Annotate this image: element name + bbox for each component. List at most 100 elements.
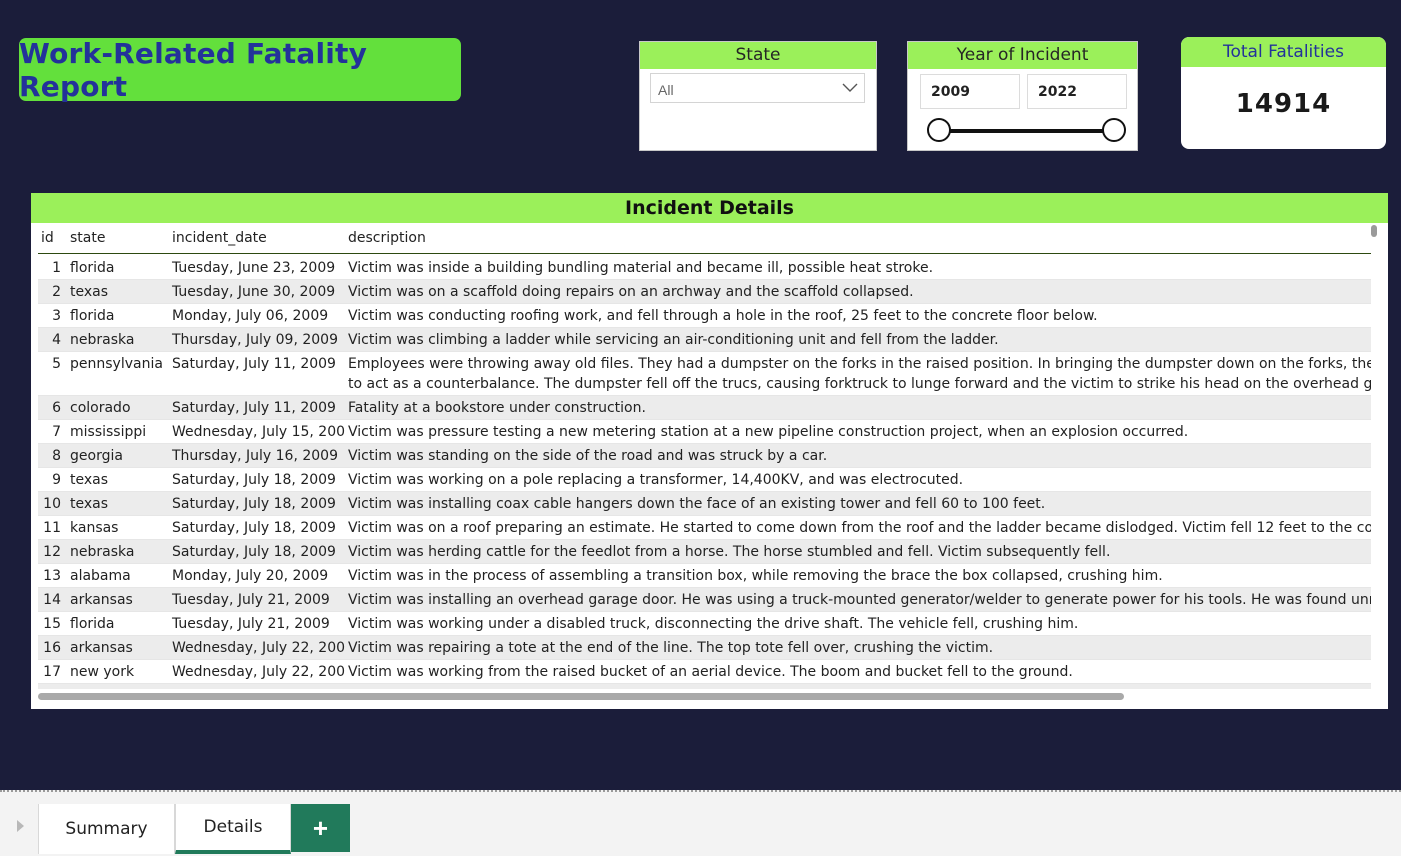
report-canvas: Work-Related Fatality Report State All Y… (0, 0, 1401, 790)
add-page-button[interactable]: + (291, 804, 350, 852)
table-row[interactable]: 2 texas Tuesday, June 30, 2009 Victim was o… (38, 279, 1371, 304)
plus-icon: + (312, 813, 329, 843)
cell-description: Victim was inside a building bundling ma… (345, 253, 1371, 280)
cell-description: Employees were throwing away old files. … (345, 351, 1371, 396)
cell-incident-date: Wednesday, July 15, 2009 (169, 419, 345, 444)
year-from-input[interactable]: 2009 (920, 74, 1020, 109)
state-dropdown-value: All (658, 82, 674, 98)
cell-state: florida (67, 253, 169, 280)
cell-id: 11 (38, 515, 67, 540)
cell-state: nebraska (67, 327, 169, 352)
cell-incident-date: Saturday, July 18, 2009 (169, 515, 345, 540)
cell-state: texas (67, 683, 169, 689)
cell-id: 9 (38, 467, 67, 492)
table-row[interactable]: 10 texas Saturday, July 18, 2009 Victim was… (38, 491, 1371, 516)
cell-description: Victim was conducting roofing work, and … (345, 303, 1371, 328)
cell-id: 10 (38, 491, 67, 516)
state-dropdown[interactable]: All (650, 73, 865, 103)
chevron-down-icon (842, 83, 858, 92)
state-slicer-label: State (640, 42, 876, 69)
column-header-description[interactable]: description (345, 223, 1371, 254)
table-header-row: id state incident_date description (38, 223, 1371, 254)
cell-id: 15 (38, 611, 67, 636)
cell-state: nebraska (67, 539, 169, 564)
cell-id: 18 (38, 683, 67, 689)
cell-incident-date: Tuesday, July 21, 2009 (169, 611, 345, 636)
cell-description: Victim was repairing a tote at the end o… (345, 635, 1371, 660)
table-row[interactable]: 9 texas Saturday, July 18, 2009 Victim was … (38, 467, 1371, 492)
state-slicer: State All (639, 41, 877, 151)
year-slicer-label: Year of Incident (908, 42, 1137, 69)
cell-state: arkansas (67, 635, 169, 660)
incident-table: id state incident_date description 1 flor… (38, 223, 1371, 689)
report-title: Work-Related Fatality Report (19, 36, 368, 103)
cell-description: Victim was standing on the side of the r… (345, 443, 1371, 468)
cell-state: colorado (67, 395, 169, 420)
cell-description: Victim was working on a pole replacing a… (345, 467, 1371, 492)
report-title-card: Work-Related Fatality Report (19, 36, 461, 103)
cell-description: Victim was on top of a railcar carrying … (345, 683, 1371, 689)
vertical-scrollbar-thumb[interactable] (1371, 225, 1377, 237)
total-fatalities-label: Total Fatalities (1181, 37, 1386, 67)
table-row[interactable]: 1 florida Tuesday, June 23, 2009 Victim was… (38, 253, 1371, 280)
cell-description: Victim was working from the raised bucke… (345, 659, 1371, 684)
triangle-right-icon[interactable] (17, 820, 24, 832)
horizontal-scrollbar-thumb[interactable] (38, 693, 1124, 700)
cell-incident-date: Saturday, July 11, 2009 (169, 351, 345, 396)
table-row[interactable]: 11 kansas Saturday, July 18, 2009 Victim wa… (38, 515, 1371, 540)
tab-details[interactable]: Details (175, 804, 291, 854)
table-row[interactable]: 15 florida Tuesday, July 21, 2009 Victim wa… (38, 611, 1371, 636)
table-scroll-area[interactable]: id state incident_date description 1 flor… (38, 223, 1371, 689)
cell-incident-date: Tuesday, July 21, 2009 (169, 587, 345, 612)
cell-id: 1 (38, 253, 67, 280)
cell-id: 5 (38, 351, 67, 396)
total-fatalities-value: 14914 (1235, 89, 1332, 119)
cell-description: Victim was on a roof preparing an estima… (345, 515, 1371, 540)
table-row[interactable]: 4 nebraska Thursday, July 09, 2009 Victim w… (38, 327, 1371, 352)
table-row[interactable]: 13 alabama Monday, July 20, 2009 Victim was… (38, 563, 1371, 588)
cell-state: mississippi (67, 419, 169, 444)
table-row[interactable]: 17 new york Wednesday, July 22, 2009 Victim… (38, 659, 1371, 684)
cell-incident-date: Saturday, July 18, 2009 (169, 467, 345, 492)
table-row[interactable]: 8 georgia Thursday, July 16, 2009 Victim wa… (38, 443, 1371, 468)
cell-id: 17 (38, 659, 67, 684)
year-range-track (938, 129, 1115, 133)
cell-incident-date: Wednesday, July 22, 2009 (169, 659, 345, 684)
table-row[interactable]: 12 nebraska Saturday, July 18, 2009 Victim … (38, 539, 1371, 564)
table-row[interactable]: 7 mississippi Wednesday, July 15, 2009 Vict… (38, 419, 1371, 444)
cell-incident-date: Tuesday, June 30, 2009 (169, 279, 345, 304)
cell-incident-date: Saturday, July 18, 2009 (169, 491, 345, 516)
cell-state: arkansas (67, 587, 169, 612)
cell-description: Victim was on a scaffold doing repairs o… (345, 279, 1371, 304)
cell-state: pennsylvania (67, 351, 169, 396)
cell-id: 13 (38, 563, 67, 588)
cell-id: 2 (38, 279, 67, 304)
table-row[interactable]: 14 arkansas Tuesday, July 21, 2009 Victim w… (38, 587, 1371, 612)
table-row[interactable]: 18texasThursday, July 23, 2009Victim was… (38, 683, 1371, 689)
cell-description: Victim was in the process of assembling … (345, 563, 1371, 588)
table-row[interactable]: 3 florida Monday, July 06, 2009 Victim was … (38, 303, 1371, 328)
year-range-start-handle[interactable] (927, 118, 951, 142)
table-row[interactable]: 6 colorado Saturday, July 11, 2009 Fatality… (38, 395, 1371, 420)
cell-state: georgia (67, 443, 169, 468)
cell-state: florida (67, 611, 169, 636)
cell-state: alabama (67, 563, 169, 588)
tab-summary[interactable]: Summary (38, 804, 175, 854)
cell-incident-date: Saturday, July 18, 2009 (169, 539, 345, 564)
cell-state: texas (67, 491, 169, 516)
cell-id: 4 (38, 327, 67, 352)
column-header-id[interactable]: id (38, 223, 67, 254)
year-range-end-handle[interactable] (1102, 118, 1126, 142)
cell-state: florida (67, 303, 169, 328)
cell-description: Fatality at a bookstore under constructi… (345, 395, 1371, 420)
column-header-incident-date[interactable]: incident_date (169, 223, 345, 254)
table-row[interactable]: 5 pennsylvania Saturday, July 11, 2009 Empl… (38, 351, 1371, 396)
cell-state: kansas (67, 515, 169, 540)
table-row[interactable]: 16 arkansas Wednesday, July 22, 2009 Victim… (38, 635, 1371, 660)
cell-description: Victim was installing coax cable hangers… (345, 491, 1371, 516)
cell-id: 6 (38, 395, 67, 420)
year-to-input[interactable]: 2022 (1027, 74, 1127, 109)
column-header-state[interactable]: state (67, 223, 169, 254)
cell-incident-date: Tuesday, June 23, 2009 (169, 253, 345, 280)
incident-details-table-visual: Incident Details id state incident_date … (31, 193, 1388, 709)
